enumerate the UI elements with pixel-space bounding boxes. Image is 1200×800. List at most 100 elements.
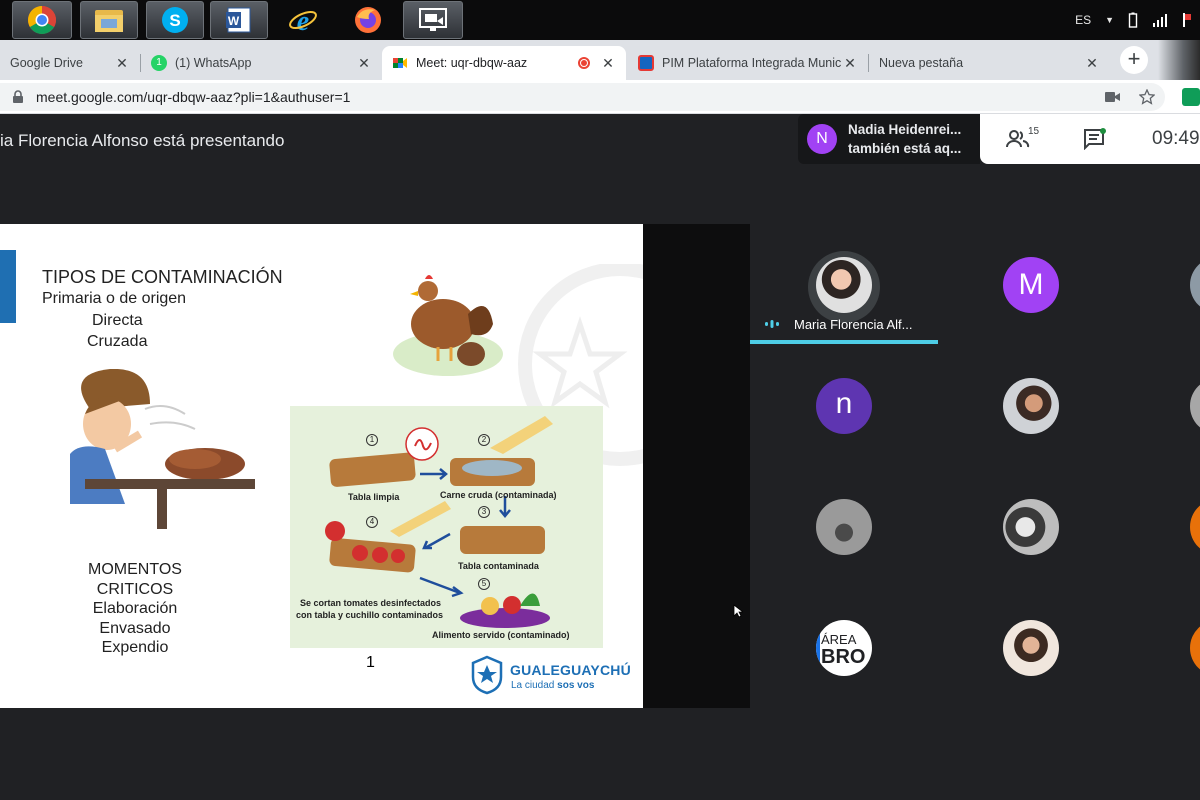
word-taskbar-button[interactable]: W bbox=[210, 1, 268, 39]
momentos-line: MOMENTOS bbox=[88, 561, 182, 578]
participant-avatar-photo[interactable] bbox=[816, 499, 872, 555]
presentation-letterbox bbox=[643, 224, 750, 708]
avatar-text: ÁREA bbox=[821, 632, 857, 647]
lock-icon[interactable] bbox=[12, 90, 24, 104]
participant-avatar-photo[interactable] bbox=[1003, 378, 1059, 434]
firefox-taskbar-button[interactable] bbox=[345, 1, 391, 39]
browser-tab-strip: Google Drive ✕ 1 (1) WhatsApp ✕ Meet: uq… bbox=[0, 40, 1200, 80]
internet-explorer-icon: e bbox=[289, 6, 317, 35]
chat-icon[interactable] bbox=[1083, 128, 1107, 150]
meet-controls: 15 09:49 bbox=[980, 114, 1200, 164]
google-meet-icon bbox=[393, 58, 407, 68]
speaking-underline bbox=[750, 340, 938, 344]
notification-text: también está aq... bbox=[848, 141, 962, 156]
step-label: 1 bbox=[366, 434, 378, 446]
participant-avatar-m[interactable]: M bbox=[1003, 257, 1059, 313]
close-icon[interactable]: ✕ bbox=[356, 55, 372, 72]
momentos-line: Expendio bbox=[101, 639, 169, 657]
caption-tomates-2: con tabla y cuchillo contaminados bbox=[296, 610, 444, 620]
step-label: 5 bbox=[478, 578, 490, 590]
battery-icon[interactable] bbox=[1128, 12, 1138, 28]
caption-carne-cruda: Carne cruda (contaminada) bbox=[440, 490, 557, 500]
presentation-slide: TIPOS DE CONTAMINACIÓN Primaria o de ori… bbox=[0, 224, 643, 708]
signal-icon[interactable] bbox=[1152, 13, 1168, 27]
clock: 09:49 bbox=[1152, 128, 1200, 149]
caption-tabla-limpia: Tabla limpia bbox=[348, 492, 400, 502]
word-icon: W bbox=[226, 7, 251, 33]
chicken-illustration bbox=[393, 275, 503, 376]
meet-bottom-area bbox=[0, 708, 1200, 800]
close-icon[interactable]: ✕ bbox=[1084, 55, 1100, 72]
caption-alimento-servido: Alimento servido (contaminado) bbox=[432, 630, 570, 640]
cross-contamination-panel: 1 1 2 3 4 5 Tabla limpia Carne cruda (co… bbox=[290, 406, 603, 671]
momentos-block: MOMENTOS CRITICOS Elaboración Envasado E… bbox=[60, 560, 210, 658]
pim-favicon-icon bbox=[638, 55, 654, 71]
participant-tile-presenter[interactable]: Maria Florencia Alf... bbox=[750, 224, 938, 346]
chrome-icon bbox=[28, 6, 56, 34]
whatsapp-icon: 1 bbox=[151, 55, 167, 71]
avatar-text: BRO bbox=[821, 646, 866, 668]
logo-tagline-a: La ciudad bbox=[511, 680, 555, 691]
gualeguaychu-seal-icon bbox=[471, 655, 503, 695]
slide-title: TIPOS DE CONTAMINACIÓN bbox=[42, 267, 283, 287]
chrome-taskbar-button[interactable] bbox=[12, 1, 72, 39]
tab-title: Nueva pestaña bbox=[879, 56, 964, 70]
participant-grid: Maria Florencia Alf... M n ÁREA BRO bbox=[750, 224, 1200, 708]
close-icon[interactable]: ✕ bbox=[114, 55, 130, 72]
avatar: N bbox=[807, 124, 837, 154]
tray-expand-icon[interactable]: ▼ bbox=[1105, 15, 1114, 25]
tab-title: PIM Plataforma Integrada Munic bbox=[662, 56, 842, 70]
participant-avatar-partial[interactable] bbox=[1190, 620, 1200, 676]
participant-avatar-area[interactable]: ÁREA BRO bbox=[816, 620, 872, 676]
participant-name: Maria Florencia Alf... bbox=[794, 317, 913, 332]
logo-tagline-b: sos vos bbox=[557, 680, 595, 691]
participant-avatar-photo[interactable] bbox=[1003, 499, 1059, 555]
tab-title: Google Drive bbox=[10, 56, 83, 70]
meet-present-taskbar-button[interactable] bbox=[403, 1, 463, 39]
new-tab-button[interactable]: + bbox=[1120, 46, 1148, 74]
slide-line-directa: Directa bbox=[92, 312, 143, 329]
language-indicator[interactable]: ES bbox=[1075, 13, 1091, 27]
tab-whatsapp[interactable]: 1 (1) WhatsApp ✕ bbox=[141, 46, 382, 80]
star-icon[interactable] bbox=[1139, 89, 1155, 105]
avatar bbox=[816, 257, 872, 313]
tab-google-drive[interactable]: Google Drive ✕ bbox=[0, 46, 140, 80]
system-tray: ES ▼ bbox=[1075, 0, 1200, 40]
close-icon[interactable]: ✕ bbox=[842, 55, 858, 72]
participant-avatar-photo[interactable] bbox=[1003, 620, 1059, 676]
participant-avatar-partial[interactable] bbox=[1190, 257, 1200, 313]
notification-flag-icon[interactable] bbox=[1182, 12, 1192, 28]
step-label: 3 bbox=[478, 506, 490, 518]
step-label: 2 bbox=[478, 434, 490, 446]
people-icon[interactable] bbox=[1006, 129, 1030, 149]
close-icon[interactable]: ✕ bbox=[600, 55, 616, 72]
momentos-line: CRITICOS bbox=[96, 580, 174, 598]
svg-text:S: S bbox=[169, 11, 180, 30]
participant-avatar-partial[interactable] bbox=[1190, 499, 1200, 555]
ie-taskbar-button[interactable]: e bbox=[280, 1, 326, 39]
explorer-taskbar-button[interactable] bbox=[80, 1, 138, 39]
join-notification: N Nadia Heidenrei... también está aq... bbox=[798, 114, 980, 164]
extension-icon[interactable] bbox=[1182, 88, 1200, 106]
tab-meet[interactable]: Meet: uqr-dbqw-aaz ✕ bbox=[382, 46, 626, 80]
tab-new-tab[interactable]: Nueva pestaña ✕ bbox=[869, 46, 1110, 80]
logo-tagline: La ciudad sos vos bbox=[511, 680, 594, 691]
slide-line-cruzada: Cruzada bbox=[87, 333, 148, 350]
firefox-icon bbox=[355, 7, 381, 33]
meet-top-bar: ia Florencia Alfonso está presentando N … bbox=[0, 114, 1200, 224]
url-text: meet.google.com/uqr-dbqw-aaz?pli=1&authu… bbox=[36, 89, 351, 105]
camera-in-use-icon[interactable] bbox=[1105, 91, 1121, 103]
step-label: 4 bbox=[366, 516, 378, 528]
boy-coughing-illustration bbox=[70, 369, 255, 529]
participant-avatar-partial[interactable] bbox=[1190, 378, 1200, 434]
tab-title: Meet: uqr-dbqw-aaz bbox=[416, 56, 528, 70]
omnibox[interactable]: meet.google.com/uqr-dbqw-aaz?pli=1&authu… bbox=[0, 83, 1165, 111]
tab-title: (1) WhatsApp bbox=[175, 56, 252, 70]
participant-avatar-n[interactable]: n bbox=[816, 378, 872, 434]
logo-name: GUALEGUAYCHÚ bbox=[510, 662, 631, 678]
recording-icon bbox=[578, 57, 590, 69]
skype-taskbar-button[interactable]: S bbox=[146, 1, 204, 39]
tab-pim[interactable]: PIM Plataforma Integrada Munic ✕ bbox=[628, 46, 868, 80]
slide-accent-bar bbox=[0, 250, 16, 323]
presenting-label: ia Florencia Alfonso está presentando bbox=[0, 131, 285, 150]
